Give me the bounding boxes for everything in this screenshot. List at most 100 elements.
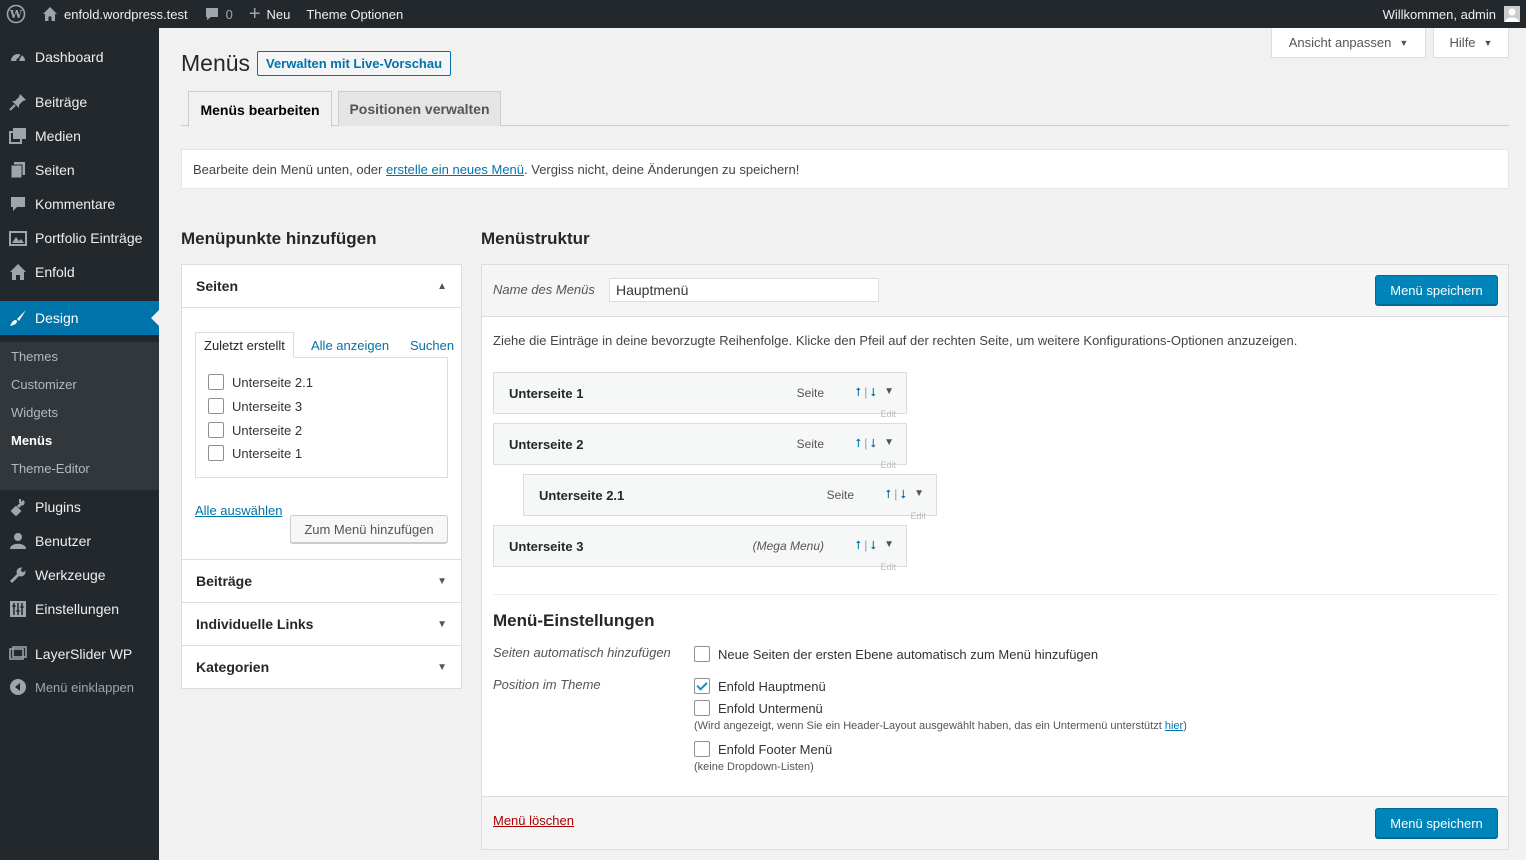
auto-add-checkbox[interactable] xyxy=(694,646,710,662)
avatar xyxy=(1504,6,1520,22)
sidebar-item-label: Design xyxy=(35,310,79,326)
menu-item-type: Seite xyxy=(796,437,824,451)
sidebar-item-users[interactable]: Benutzer xyxy=(0,524,159,558)
submenu-note-text: (Wird angezeigt, wenn Sie ein Header-Lay… xyxy=(694,720,1165,732)
auto-add-label: Seiten automatisch hinzufügen xyxy=(493,645,671,660)
create-new-menu-link[interactable]: erstelle ein neues Menü xyxy=(386,162,524,177)
sidebar-item-comments[interactable]: Kommentare xyxy=(0,187,159,221)
accordion-title: Seiten xyxy=(196,278,239,294)
checkbox[interactable] xyxy=(208,445,224,461)
move-up-icon[interactable]: ⭡ xyxy=(856,538,862,552)
location-main-checkbox[interactable] xyxy=(694,678,710,694)
move-up-icon[interactable]: ⭡ xyxy=(856,436,862,450)
location-footer-menu[interactable]: Enfold Footer Menü xyxy=(694,741,832,757)
menu-item-handle[interactable]: Unterseite 3 (Mega Menu) ⭡ | ⭣ ▼ Edit xyxy=(493,525,907,572)
sidebar-item-enfold[interactable]: Enfold xyxy=(0,255,159,289)
submenu-theme-editor[interactable]: Theme-Editor xyxy=(11,461,90,476)
move-down-icon[interactable]: ⭣ xyxy=(870,538,876,552)
menu-item-title: Unterseite 3 xyxy=(509,539,584,554)
expand-toggle-icon[interactable]: ▼ xyxy=(884,386,894,397)
sidebar-item-portfolio[interactable]: Portfolio Einträge xyxy=(0,221,159,255)
menu-name-input[interactable]: Hauptmenü xyxy=(609,278,879,302)
new-label: Neu xyxy=(266,6,291,22)
sidebar-item-settings[interactable]: Einstellungen xyxy=(0,592,159,626)
comments-link[interactable]: 0 xyxy=(196,0,241,28)
move-up-icon[interactable]: ⭡ xyxy=(886,487,892,501)
menu-item-handle[interactable]: Unterseite 2.1 Seite ⭡ | ⭣ ▼ Edit xyxy=(523,474,937,521)
move-down-icon[interactable]: ⭣ xyxy=(900,487,906,501)
checkbox[interactable] xyxy=(208,398,224,414)
expand-toggle-icon[interactable]: ▼ xyxy=(884,539,894,550)
accordion-header-posts[interactable]: Beiträge ▼ xyxy=(182,560,461,602)
submenu-customizer[interactable]: Customizer xyxy=(11,377,77,392)
tab-search[interactable]: Suchen xyxy=(402,332,462,358)
auto-add-option[interactable]: Neue Seiten der ersten Ebene automatisch… xyxy=(694,646,1098,662)
add-menu-items-accordion: Seiten ▲ Zuletzt erstellt Alle anzeigen … xyxy=(181,264,462,689)
tab-most-recent[interactable]: Zuletzt erstellt xyxy=(195,332,294,358)
sidebar-item-pages[interactable]: Seiten xyxy=(0,153,159,187)
submenu-themes[interactable]: Themes xyxy=(11,349,58,364)
my-account-link[interactable]: Willkommen, admin xyxy=(1375,0,1520,28)
submenu-here-link[interactable]: hier xyxy=(1165,720,1183,732)
location-footer-checkbox[interactable] xyxy=(694,741,710,757)
edit-link[interactable]: Edit xyxy=(880,460,896,470)
new-content-link[interactable]: + Neu xyxy=(241,0,299,28)
theme-options-link[interactable]: Theme Optionen xyxy=(298,0,411,28)
help-button[interactable]: Hilfe ▼ xyxy=(1433,28,1509,58)
submenu-menus[interactable]: Menüs xyxy=(11,433,52,448)
edit-link[interactable]: Edit xyxy=(880,409,896,419)
menu-item-handle[interactable]: Unterseite 1 Seite ⭡ | ⭣ ▼ Edit xyxy=(493,372,907,419)
menu-name-label: Name des Menüs xyxy=(493,282,595,297)
save-menu-button[interactable]: Menü speichern xyxy=(1375,275,1498,305)
location-sub-menu[interactable]: Enfold Untermenü xyxy=(694,700,823,716)
move-down-icon[interactable]: ⭣ xyxy=(870,385,876,399)
location-main-menu[interactable]: Enfold Hauptmenü xyxy=(694,678,826,694)
page-checkbox-row[interactable]: Unterseite 2 xyxy=(208,422,302,438)
sidebar-item-plugins[interactable]: Plugins xyxy=(0,490,159,524)
delete-menu-link[interactable]: Menü löschen xyxy=(493,813,574,828)
move-up-icon[interactable]: ⭡ xyxy=(856,385,862,399)
sidebar-item-design[interactable]: Design xyxy=(0,301,159,335)
tab-view-all[interactable]: Alle anzeigen xyxy=(303,332,397,358)
sidebar-item-layerslider[interactable]: LayerSlider WP xyxy=(0,637,159,671)
page-checkbox-row[interactable]: Unterseite 1 xyxy=(208,445,302,461)
location-sub-checkbox[interactable] xyxy=(694,700,710,716)
sidebar-item-tools[interactable]: Werkzeuge xyxy=(0,558,159,592)
wp-logo-menu[interactable]: W xyxy=(0,0,34,28)
screen-options-button[interactable]: Ansicht anpassen ▼ xyxy=(1271,28,1426,58)
sidebar-item-media[interactable]: Medien xyxy=(0,119,159,153)
page-checkbox-row[interactable]: Unterseite 3 xyxy=(208,398,302,414)
tab-manage-locations[interactable]: Positionen verwalten xyxy=(338,91,501,126)
menu-footer: Menü löschen Menü speichern xyxy=(482,796,1508,849)
caret-down-icon: ▼ xyxy=(1483,37,1493,48)
edit-link[interactable]: Edit xyxy=(880,562,896,572)
live-preview-button[interactable]: Verwalten mit Live-Vorschau xyxy=(257,51,452,76)
menu-item-handle[interactable]: Unterseite 2 Seite ⭡ | ⭣ ▼ Edit xyxy=(493,423,907,470)
tab-edit-menus[interactable]: Menüs bearbeiten xyxy=(188,91,332,127)
checkbox[interactable] xyxy=(208,374,224,390)
accordion-header-custom-links[interactable]: Individuelle Links ▼ xyxy=(182,603,461,645)
collapse-menu-button[interactable]: Menü einklappen xyxy=(0,670,159,704)
reorder-controls: ⭡ | ⭣ xyxy=(855,385,876,399)
sidebar-item-label: Menü einklappen xyxy=(35,679,135,695)
submenu-widgets[interactable]: Widgets xyxy=(11,405,58,420)
sidebar-item-dashboard[interactable]: Dashboard xyxy=(0,40,159,74)
add-menu-items-title: Menüpunkte hinzufügen xyxy=(181,229,377,248)
screen-options-label: Ansicht anpassen xyxy=(1288,35,1392,50)
add-to-menu-button[interactable]: Zum Menü hinzufügen xyxy=(290,515,448,543)
collapse-icon xyxy=(0,678,35,696)
expand-toggle-icon[interactable]: ▼ xyxy=(914,488,924,499)
menu-header: Name des Menüs Hauptmenü Menü speichern xyxy=(482,265,1508,317)
save-menu-button-bottom[interactable]: Menü speichern xyxy=(1375,808,1498,838)
accordion-header-pages[interactable]: Seiten ▲ xyxy=(182,265,461,307)
site-name-link[interactable]: enfold.wordpress.test xyxy=(34,0,196,28)
checkbox[interactable] xyxy=(208,422,224,438)
move-down-icon[interactable]: ⭣ xyxy=(870,436,876,450)
select-all-link[interactable]: Alle auswählen xyxy=(195,503,282,518)
accordion-header-categories[interactable]: Kategorien ▼ xyxy=(182,646,461,688)
expand-toggle-icon[interactable]: ▼ xyxy=(884,437,894,448)
edit-link[interactable]: Edit xyxy=(910,511,926,521)
pages-checklist: Unterseite 2.1 Unterseite 3 Unterseite 2… xyxy=(195,357,448,478)
sidebar-item-posts[interactable]: Beiträge xyxy=(0,85,159,119)
page-checkbox-row[interactable]: Unterseite 2.1 xyxy=(208,374,313,390)
